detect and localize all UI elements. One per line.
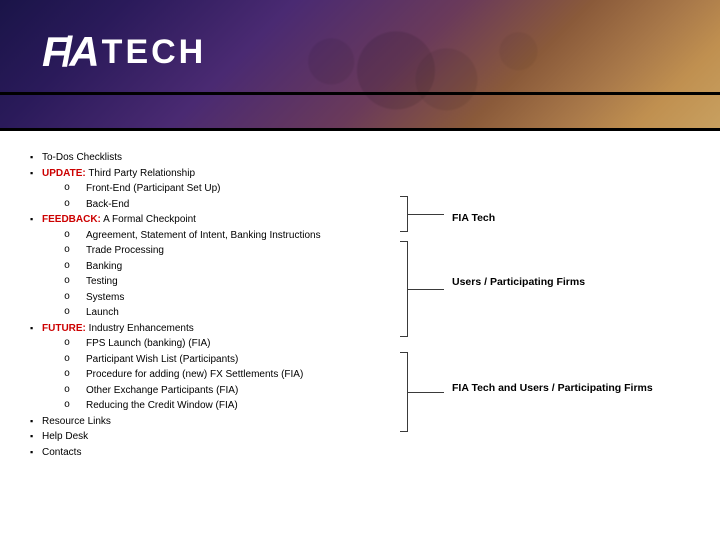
logo-fia: F/A xyxy=(42,28,100,76)
feedback-label: FEEDBACK: xyxy=(42,214,101,225)
update-item: Front-End (Participant Set Up) xyxy=(86,183,221,194)
feedback-item: Agreement, Statement of Intent, Banking … xyxy=(86,230,321,241)
bracket-icon xyxy=(398,352,408,432)
leader-line xyxy=(408,289,444,290)
header-rule xyxy=(0,92,720,95)
header-rule-bottom xyxy=(0,128,720,131)
feedback-item: Launch xyxy=(86,307,119,318)
bullet-resource: Resource Links xyxy=(42,416,111,427)
header-band: F/A TECH xyxy=(0,0,720,128)
logo: F/A TECH xyxy=(42,28,206,76)
feedback-text: A Formal Checkpoint xyxy=(103,214,196,225)
future-item: FPS Launch (banking) (FIA) xyxy=(86,338,211,349)
future-item: Participant Wish List (Participants) xyxy=(86,354,238,365)
feedback-item: Banking xyxy=(86,261,122,272)
bracket-icon xyxy=(398,196,408,232)
annotation-both: FIA Tech and Users / Participating Firms xyxy=(452,382,653,394)
feedback-item: Testing xyxy=(86,276,118,287)
feedback-item: Trade Processing xyxy=(86,245,164,256)
feedback-item: Systems xyxy=(86,292,124,303)
leader-line xyxy=(408,392,444,393)
future-item: Reducing the Credit Window (FIA) xyxy=(86,400,238,411)
annotation-fia-tech: FIA Tech xyxy=(452,212,495,224)
bullet-todos: To-Dos Checklists xyxy=(42,152,122,163)
update-text: Third Party Relationship xyxy=(88,168,195,179)
bullet-helpdesk: Help Desk xyxy=(42,431,88,442)
bullet-contacts: Contacts xyxy=(42,447,81,458)
future-text: Industry Enhancements xyxy=(89,323,194,334)
future-item: Procedure for adding (new) FX Settlement… xyxy=(86,369,303,380)
logo-tech: TECH xyxy=(102,33,207,72)
slide-content: To-Dos Checklists UPDATE: Third Party Re… xyxy=(30,150,710,530)
update-item: Back-End xyxy=(86,199,129,210)
future-item: Other Exchange Participants (FIA) xyxy=(86,385,238,396)
leader-line xyxy=(408,214,444,215)
update-label: UPDATE: xyxy=(42,168,86,179)
bracket-icon xyxy=(398,241,408,337)
annotation-users: Users / Participating Firms xyxy=(452,276,585,288)
future-label: FUTURE: xyxy=(42,323,86,334)
